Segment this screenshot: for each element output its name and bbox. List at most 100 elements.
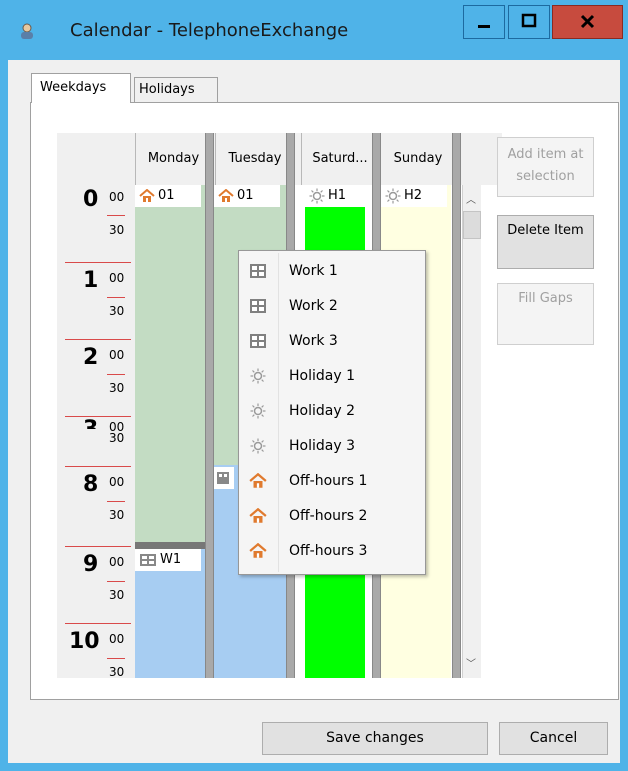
day-header-tuesday[interactable]: Tuesday xyxy=(215,133,295,185)
grid-corner xyxy=(57,133,135,185)
item-type-context-menu: Work 1 Work 2 Work 3 Holiday 1 Holiday 2… xyxy=(238,250,426,575)
home-icon xyxy=(249,473,267,488)
item-label-work xyxy=(214,467,234,489)
tab-weekdays[interactable]: Weekdays xyxy=(31,73,131,103)
grid-vertical-scrollbar[interactable]: ︿ ﹀ xyxy=(462,185,481,678)
item-code: W1 xyxy=(160,552,182,567)
half-hour-label: 30 xyxy=(109,508,125,522)
menu-item-offhours-2[interactable]: Off-hours 2 xyxy=(241,499,423,533)
delete-item-button[interactable]: Delete Item xyxy=(497,215,594,269)
menu-item-label: Work 1 xyxy=(289,263,338,279)
menu-item-work-2[interactable]: Work 2 xyxy=(241,289,423,323)
maximize-button[interactable] xyxy=(508,5,550,39)
menu-item-work-1[interactable]: Work 1 xyxy=(241,254,423,288)
hour-label: 3 xyxy=(83,417,98,429)
half-hour-label: 30 xyxy=(109,588,125,602)
half-hour-mark xyxy=(107,374,125,375)
hour-mark xyxy=(65,339,131,340)
item-code: H1 xyxy=(328,188,347,203)
minute-label: 00 xyxy=(109,271,125,285)
menu-item-holiday-3[interactable]: Holiday 3 xyxy=(241,429,423,463)
item-label-offhours: 01 xyxy=(135,185,201,207)
item-label-work: W1 xyxy=(135,549,201,571)
scroll-up-icon[interactable]: ︿ xyxy=(466,191,476,206)
title-bar[interactable]: Calendar - TelephoneExchange xyxy=(0,0,628,60)
scroll-down-icon[interactable]: ﹀ xyxy=(466,655,476,670)
hour-label: 0 xyxy=(83,187,99,212)
add-item-button[interactable]: Add item at selection xyxy=(497,137,594,197)
item-label-holiday: H2 xyxy=(381,185,447,207)
half-hour-label: 30 xyxy=(109,304,125,318)
home-icon xyxy=(249,508,267,523)
app-icon xyxy=(21,23,33,39)
holiday-icon xyxy=(250,438,266,454)
work-icon xyxy=(250,299,266,313)
column-divider xyxy=(452,133,461,678)
close-button[interactable] xyxy=(552,5,623,39)
menu-item-label: Off-hours 1 xyxy=(289,473,368,489)
holiday-icon xyxy=(250,403,266,419)
menu-item-offhours-1[interactable]: Off-hours 1 xyxy=(241,464,423,498)
offhours-block[interactable] xyxy=(135,185,205,542)
minimize-button[interactable] xyxy=(463,5,505,39)
maximize-icon xyxy=(521,13,537,28)
home-icon xyxy=(249,543,267,558)
column-divider xyxy=(205,133,214,678)
minute-label: 00 xyxy=(109,555,125,569)
window-title: Calendar - TelephoneExchange xyxy=(70,20,349,41)
day-header-row: Monday Tuesday Saturd... Sunday xyxy=(57,133,502,185)
menu-item-offhours-3[interactable]: Off-hours 3 xyxy=(241,534,423,568)
holiday-icon xyxy=(250,368,266,384)
minute-label: 00 xyxy=(109,348,125,362)
work-icon xyxy=(140,554,156,566)
hour-label: 10 xyxy=(69,629,100,654)
minute-label: 00 xyxy=(109,475,125,489)
day-column-monday[interactable]: 01 W1 xyxy=(135,185,212,678)
half-hour-label: 30 xyxy=(109,223,125,237)
menu-item-holiday-1[interactable]: Holiday 1 xyxy=(241,359,423,393)
fill-gaps-button[interactable]: Fill Gaps xyxy=(497,283,594,345)
hour-label: 2 xyxy=(83,345,99,370)
half-hour-mark xyxy=(107,581,125,582)
scrollbar-thumb[interactable] xyxy=(463,211,481,239)
menu-item-holiday-2[interactable]: Holiday 2 xyxy=(241,394,423,428)
hour-mark xyxy=(65,262,131,263)
half-hour-mark xyxy=(107,501,125,502)
day-header-sunday[interactable]: Sunday xyxy=(379,133,457,185)
half-hour-label: 30 xyxy=(109,665,125,678)
half-hour-mark xyxy=(107,215,125,216)
item-label-offhours: 01 xyxy=(214,185,280,207)
day-header-monday[interactable]: Monday xyxy=(135,133,212,185)
day-header-saturday[interactable]: Saturd... xyxy=(301,133,379,185)
menu-item-label: Work 3 xyxy=(289,333,338,349)
menu-item-label: Work 2 xyxy=(289,298,338,314)
work-icon xyxy=(250,334,266,348)
time-ruler: 0 00 30 1 00 30 2 00 30 3 00 30 8 00 30 … xyxy=(57,185,135,678)
home-icon xyxy=(218,189,234,202)
minimize-icon xyxy=(478,25,490,28)
minute-label: 00 xyxy=(109,632,125,646)
work-icon xyxy=(250,264,266,278)
cancel-button[interactable]: Cancel xyxy=(499,722,608,755)
calendar-window: Calendar - TelephoneExchange Weekdays Ho… xyxy=(0,0,628,771)
half-hour-label: 30 xyxy=(109,431,125,445)
menu-item-work-3[interactable]: Work 3 xyxy=(241,324,423,358)
hour-label: 8 xyxy=(83,472,99,497)
hour-mark xyxy=(65,623,131,624)
half-hour-label: 30 xyxy=(109,381,125,395)
tab-holidays[interactable]: Holidays xyxy=(134,77,218,103)
half-hour-mark xyxy=(107,297,125,298)
block-divider xyxy=(135,542,205,549)
hour-mark xyxy=(65,466,131,467)
item-code: 01 xyxy=(237,188,254,203)
menu-item-label: Holiday 2 xyxy=(289,403,355,419)
work-icon xyxy=(217,472,229,484)
menu-item-label: Holiday 3 xyxy=(289,438,355,454)
half-hour-mark xyxy=(107,658,125,659)
hour-mark xyxy=(65,546,131,547)
item-code: H2 xyxy=(404,188,423,203)
save-changes-button[interactable]: Save changes xyxy=(262,722,488,755)
home-icon xyxy=(139,189,155,202)
hour-label: 1 xyxy=(83,268,99,293)
holiday-icon xyxy=(309,188,325,204)
